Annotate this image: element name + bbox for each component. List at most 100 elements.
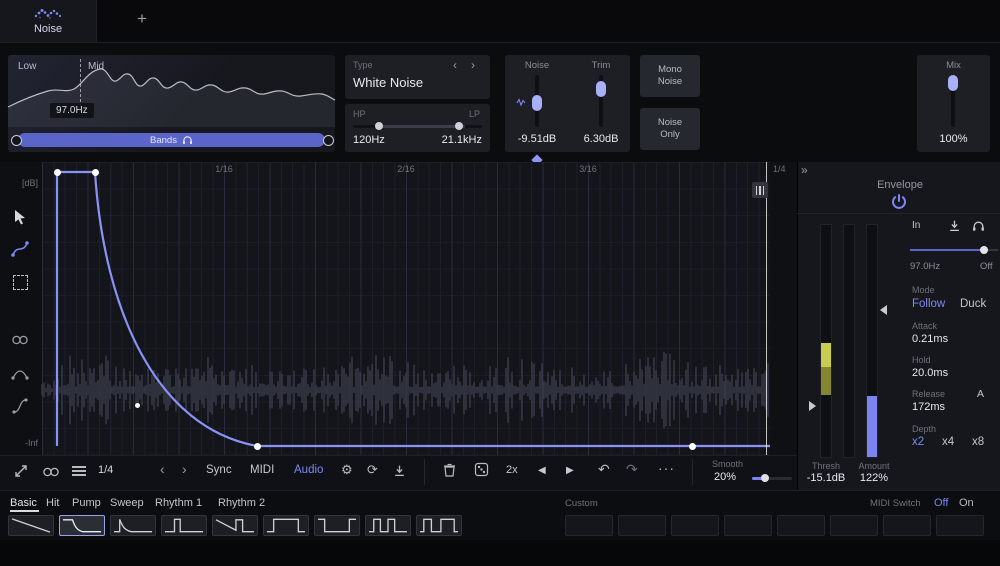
audio-button[interactable]: Audio [294,464,323,476]
route-audio-button[interactable] [393,464,406,482]
speed-button[interactable]: 2x [506,464,518,476]
collapse-panel-button[interactable]: » [801,163,808,177]
category-rhythm2[interactable]: Rhythm 2 [218,497,265,509]
category-pump[interactable]: Pump [72,497,101,509]
envelope-editor[interactable]: 1/16 2/16 3/16 [42,162,770,455]
delete-button[interactable] [442,462,457,483]
settings-gear-icon[interactable]: ⚙ [341,462,353,478]
hold-value[interactable]: 20.0ms [912,367,948,379]
custom-slot[interactable] [565,515,613,536]
preset-shape-button[interactable] [110,515,156,536]
curve-tension-handle[interactable] [135,403,140,408]
route-button[interactable] [948,219,961,237]
link-tool-button[interactable] [8,328,32,352]
lp-handle[interactable] [455,122,463,130]
noise-gain-value[interactable]: -9.51dB [507,133,567,145]
category-hit[interactable]: Hit [46,497,59,509]
band-split-line[interactable] [80,59,81,107]
step-back-button[interactable]: ◀ [538,465,546,476]
custom-slot[interactable] [936,515,984,536]
threshold-marker[interactable] [809,401,816,411]
category-sweep[interactable]: Sweep [110,497,144,509]
cursor-tool-button[interactable] [8,204,32,228]
envelope-point[interactable] [54,169,61,176]
type-prev-button[interactable]: ‹ [453,58,457,72]
grid-value[interactable]: 1/4 [98,464,113,476]
release-value[interactable]: 172ms [912,401,945,413]
mix-value[interactable]: 100% [917,133,990,145]
custom-slot[interactable] [618,515,666,536]
playhead[interactable] [766,162,767,455]
listen-button[interactable] [972,219,985,237]
custom-slot[interactable] [830,515,878,536]
noise-gain-thumb[interactable] [532,95,542,111]
midi-switch-off-button[interactable]: Off [934,497,948,509]
envelope-point[interactable] [689,443,696,450]
undo-button[interactable]: ↶ [598,461,610,478]
noise-only-button[interactable]: Noise Only [640,108,700,150]
sync-button[interactable]: Sync [206,464,232,476]
preset-shape-button[interactable] [416,515,462,536]
add-tab-button[interactable]: + [130,9,154,29]
envelope-point[interactable] [92,169,99,176]
depth-x8-button[interactable]: x8 [972,436,984,448]
category-rhythm1[interactable]: Rhythm 1 [155,497,202,509]
bands-left-handle[interactable] [11,135,22,146]
loop-icon[interactable]: ⟳ [367,462,378,478]
grip-button[interactable] [752,182,768,198]
release-auto-button[interactable]: A [977,388,984,400]
type-next-button[interactable]: › [471,58,475,72]
mode-duck-button[interactable]: Duck [960,298,986,310]
smooth-value[interactable]: 20% [714,471,736,483]
next-preset-button[interactable]: › [182,461,187,477]
depth-x4-button[interactable]: x4 [942,436,954,448]
midi-switch-on-button[interactable]: On [959,497,974,509]
trim-thumb[interactable] [596,81,606,97]
preset-shape-button[interactable] [365,515,411,536]
mix-thumb[interactable] [948,75,958,91]
randomize-button[interactable] [474,462,489,482]
curve-tool-button[interactable] [8,237,32,261]
envelope-point[interactable] [254,443,261,450]
category-basic[interactable]: Basic [10,497,37,509]
smooth-handle[interactable] [761,474,769,482]
preset-shape-button[interactable] [161,515,207,536]
link-shapes-button[interactable] [42,465,60,483]
bands-range-bar[interactable]: Bands [18,133,325,147]
depth-x2-button[interactable]: x2 [912,436,924,448]
sidechain-level-meter[interactable] [820,224,832,458]
mono-noise-button[interactable]: Mono Noise [640,55,700,97]
bands-right-handle[interactable] [323,135,334,146]
s-curve-tool-button[interactable] [8,394,32,418]
preset-shape-button[interactable] [314,515,360,536]
custom-slot[interactable] [671,515,719,536]
snap-button[interactable] [72,464,88,478]
play-button[interactable]: ▶ [566,465,574,476]
hp-value[interactable]: 120Hz [353,134,385,146]
tab-noise[interactable]: Noise [0,0,97,42]
trim-value[interactable]: 6.30dB [571,133,631,145]
marquee-tool-button[interactable] [8,270,32,294]
hp-handle[interactable] [375,122,383,130]
sidechain-filter-handle[interactable] [980,246,988,254]
expand-button[interactable] [12,462,30,485]
preset-shape-button[interactable] [263,515,309,536]
attack-value[interactable]: 0.21ms [912,333,948,345]
amount-value[interactable]: 122% [852,472,896,484]
custom-slot[interactable] [724,515,772,536]
spectrum-panel[interactable]: Low Mid 97.0Hz Bands [8,55,335,152]
preset-shape-button-selected[interactable] [59,515,105,536]
type-value[interactable]: White Noise [353,75,423,90]
custom-slot[interactable] [777,515,825,536]
midi-button[interactable]: MIDI [250,464,274,476]
prev-preset-button[interactable]: ‹ [160,461,165,477]
smooth-slider[interactable] [752,477,792,480]
envelope-power-button[interactable] [889,192,909,212]
preset-shape-button[interactable] [212,515,258,536]
custom-slot[interactable] [883,515,931,536]
redo-button[interactable]: ↷ [626,461,638,478]
preset-shape-button[interactable] [8,515,54,536]
more-button[interactable]: ··· [658,460,675,476]
arc-tool-button[interactable] [8,361,32,385]
sidechain-filter-off[interactable]: Off [980,261,993,272]
